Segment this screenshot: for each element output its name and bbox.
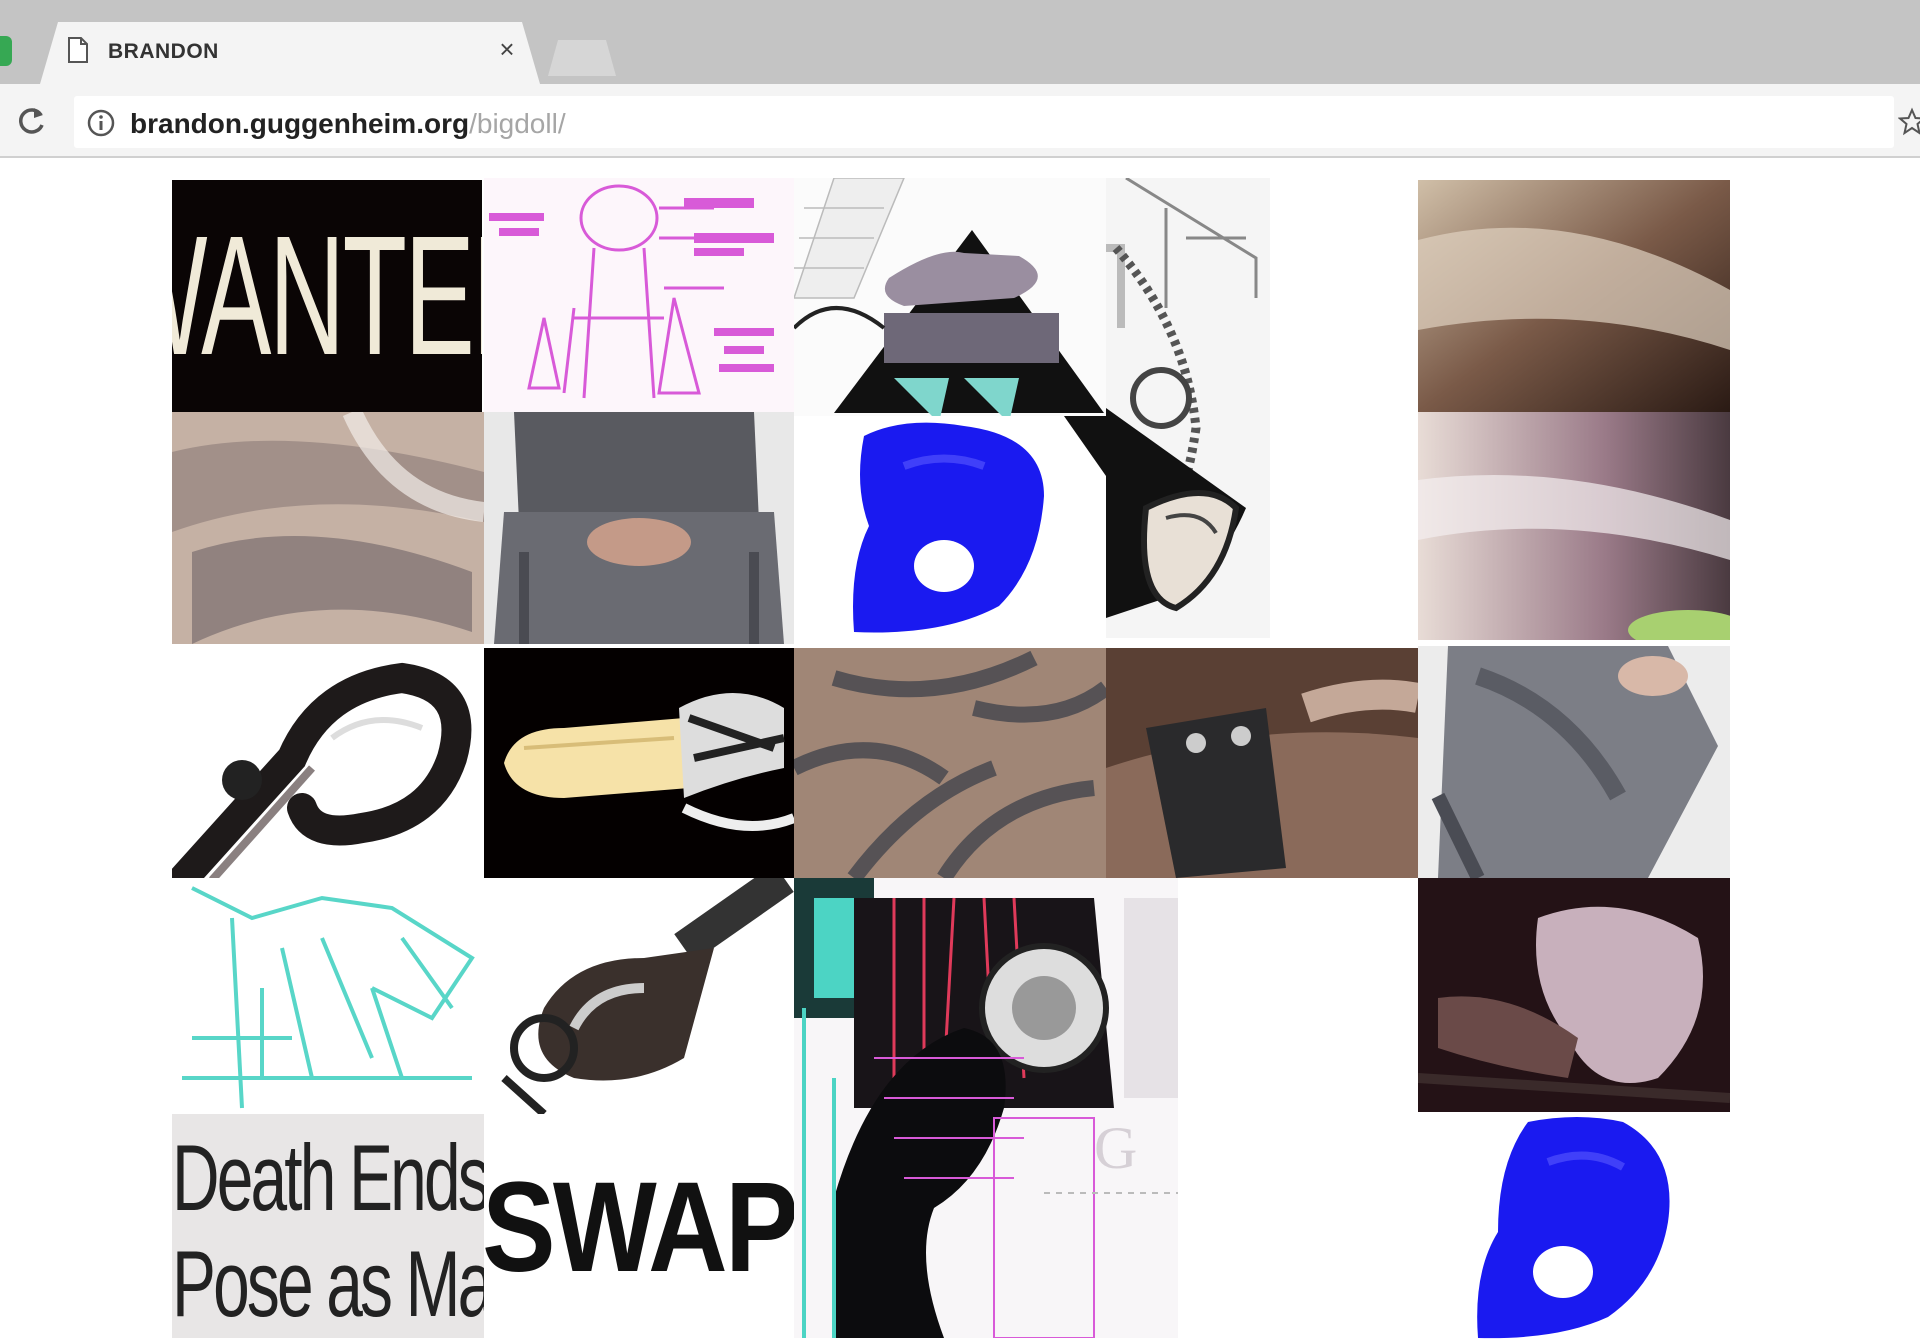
reclining-figure-photo-image[interactable] xyxy=(1418,878,1730,1112)
drawing-letter: G xyxy=(1094,1115,1137,1181)
engine-collage-drawing: G xyxy=(794,878,1178,1338)
image-collage: WANTED xyxy=(0,0,1920,1343)
triangle-collage-drawing xyxy=(794,178,1104,416)
engine-collage-image[interactable]: G xyxy=(794,878,1178,1338)
reclining-figure-drawing xyxy=(1418,878,1730,1112)
hook-drawing xyxy=(172,662,472,880)
headline-line-2: Pose as Man xyxy=(172,1231,484,1336)
pink-diagram-drawing xyxy=(489,184,774,399)
newspaper-headline-image[interactable]: Death Ends Pose as Man xyxy=(172,1114,484,1338)
chain-drawing xyxy=(1106,178,1258,618)
arm-tattoo-photo-image[interactable] xyxy=(794,648,1106,878)
tattoo-photo-image[interactable] xyxy=(172,412,484,644)
headline-line-1: Death Ends xyxy=(172,1125,484,1230)
crouching-figure-drawing xyxy=(1431,646,1718,878)
hair-photo-drawing xyxy=(1418,180,1730,640)
dildo-harness-photo-image[interactable] xyxy=(484,648,794,878)
hair-photo-image[interactable] xyxy=(1418,180,1730,640)
swap-text: SWAP xyxy=(484,1155,794,1299)
arm-tattoo-drawing xyxy=(794,648,1106,878)
hook-photo-image[interactable] xyxy=(172,648,484,880)
triangle-collage-image[interactable] xyxy=(794,178,1106,416)
wrist-cuff-photo-image[interactable] xyxy=(1106,648,1418,878)
wrist-cuff-drawing xyxy=(1106,648,1418,878)
dildo-harness-drawing xyxy=(504,693,794,831)
seated-figure-drawing xyxy=(494,412,784,644)
blue-mask-image-2[interactable] xyxy=(1418,1112,1730,1340)
blue-mask-drawing-2 xyxy=(1477,1117,1670,1339)
wanted-poster-image[interactable]: WANTED xyxy=(172,180,482,412)
crouching-figure-photo-image[interactable] xyxy=(1418,646,1730,878)
chain-drawing-image[interactable] xyxy=(1106,178,1270,638)
pink-diagram-image[interactable] xyxy=(484,178,794,412)
blue-mask-drawing xyxy=(853,416,1106,633)
metal-clip-drawing xyxy=(501,878,794,1114)
tattoo-photo-drawing xyxy=(172,412,484,644)
swap-headline-image[interactable]: SWAP xyxy=(484,1116,794,1338)
seated-figure-photo-image[interactable] xyxy=(484,412,794,644)
wanted-text: WANTED xyxy=(172,201,482,391)
blue-mask-image[interactable] xyxy=(794,416,1106,640)
teal-diagram-image[interactable] xyxy=(172,878,484,1114)
metal-clip-photo-image[interactable] xyxy=(484,878,794,1114)
teal-diagram-drawing xyxy=(182,886,475,1109)
